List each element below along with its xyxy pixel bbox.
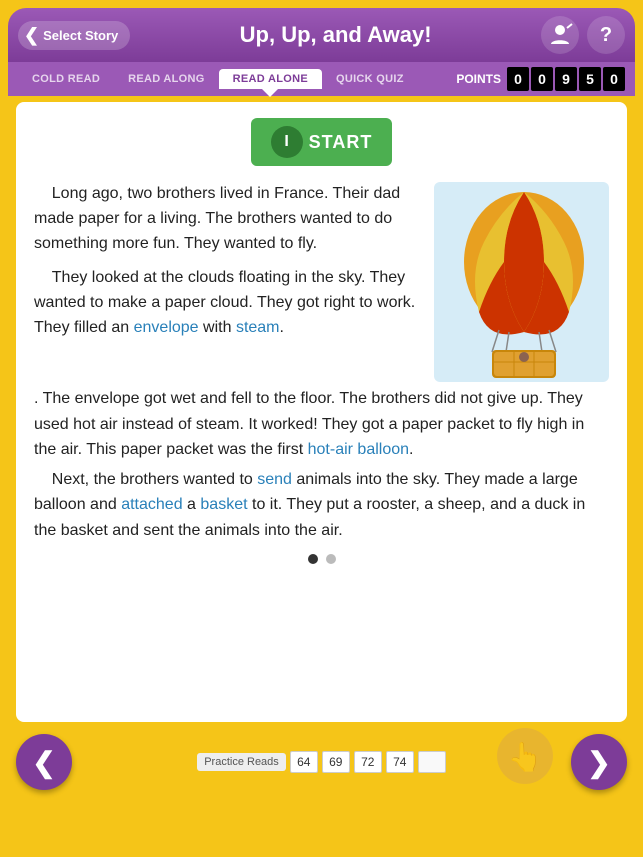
tab-read-alone[interactable]: READ ALONE [219, 69, 322, 89]
prev-button[interactable]: ❮ [16, 734, 72, 790]
start-button-container: I START [34, 118, 609, 166]
back-chevron-icon: ❮ [24, 25, 39, 46]
start-label: START [309, 132, 373, 153]
pagination [34, 554, 609, 564]
bottom-center: Practice Reads 64 69 72 74 [197, 751, 446, 773]
teacher-icon [547, 22, 573, 48]
pagination-dot-1[interactable] [308, 554, 318, 564]
next-button[interactable]: ❯ [571, 734, 627, 790]
digit-4: 0 [603, 67, 625, 91]
question-mark-icon: ? [600, 24, 612, 47]
vocab-basket[interactable]: basket [200, 496, 247, 513]
start-button[interactable]: I START [251, 118, 393, 166]
vocab-hot-air-balloon[interactable]: hot-air balloon [308, 441, 409, 458]
main-content: I START Long ago, two brothers lived in … [16, 102, 627, 722]
header-icons: ? [541, 16, 625, 54]
reading-left: Long ago, two brothers lived in France. … [34, 182, 422, 382]
vocab-attached[interactable]: attached [121, 496, 182, 513]
practice-reads-label: Practice Reads [197, 753, 286, 771]
practice-reads: Practice Reads 64 69 72 74 [197, 751, 446, 773]
back-button[interactable]: ❮ Select Story [18, 21, 130, 50]
pagination-dot-2[interactable] [326, 554, 336, 564]
header: ❮ Select Story Up, Up, and Away! ? [8, 8, 635, 62]
svg-text:👆: 👆 [508, 740, 543, 773]
digit-0: 0 [507, 67, 529, 91]
digit-3: 5 [579, 67, 601, 91]
balloon-illustration [434, 182, 609, 382]
tab-cold-read[interactable]: COLD READ [18, 69, 114, 89]
practice-read-1[interactable]: 64 [290, 751, 318, 773]
practice-read-2[interactable]: 69 [322, 751, 350, 773]
practice-read-5[interactable] [418, 751, 446, 773]
nav-tabs: COLD READ READ ALONG READ ALONE QUICK QU… [18, 69, 456, 89]
reading-top: Long ago, two brothers lived in France. … [34, 182, 609, 382]
page-title: Up, Up, and Away! [130, 22, 541, 48]
digit-2: 9 [555, 67, 577, 91]
prev-arrow-icon: ❮ [32, 746, 55, 779]
tab-read-along[interactable]: READ ALONG [114, 69, 219, 89]
practice-read-4[interactable]: 74 [386, 751, 414, 773]
play-icon: I [271, 126, 303, 158]
paragraph2-start: They looked at the clouds floating in th… [34, 266, 422, 340]
vocab-envelope[interactable]: envelope [134, 319, 199, 336]
points-digits: 0 0 9 5 0 [507, 67, 625, 91]
vocab-steam[interactable]: steam [236, 319, 280, 336]
back-label: Select Story [43, 28, 118, 43]
points-area: POINTS 0 0 9 5 0 [456, 67, 625, 91]
help-button[interactable]: ? [587, 16, 625, 54]
hand-icon: 👆 [495, 726, 555, 786]
digit-1: 0 [531, 67, 553, 91]
paragraph2-full: . The envelope got wet and fell to the f… [34, 386, 609, 463]
vocab-send[interactable]: send [257, 471, 292, 488]
practice-read-3[interactable]: 72 [354, 751, 382, 773]
nav-bar: COLD READ READ ALONG READ ALONE QUICK QU… [8, 62, 635, 96]
balloon-svg [434, 182, 609, 382]
points-label: POINTS [456, 72, 501, 86]
next-arrow-icon: ❯ [587, 746, 610, 779]
bottom-bar: ❮ Practice Reads 64 69 72 74 👆 ❯ [8, 728, 635, 796]
reading-area: Long ago, two brothers lived in France. … [34, 182, 609, 544]
paragraph1: Long ago, two brothers lived in France. … [34, 182, 422, 256]
paragraph3: Next, the brothers wanted to send animal… [34, 467, 609, 544]
tab-quick-quiz[interactable]: QUICK QUIZ [322, 69, 418, 89]
teacher-button[interactable] [541, 16, 579, 54]
